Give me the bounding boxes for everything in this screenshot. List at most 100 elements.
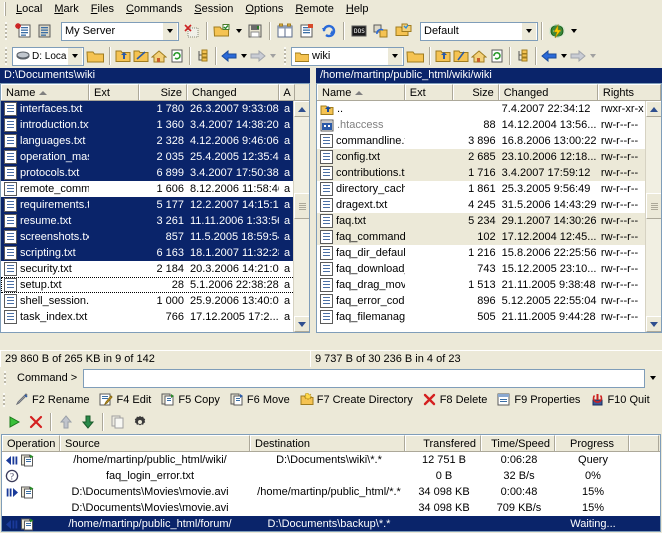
- remote-back-dropdown[interactable]: [558, 45, 569, 67]
- new-session-icon[interactable]: [12, 20, 34, 42]
- f4-edit-button[interactable]: F4 Edit: [94, 393, 156, 407]
- remote-col-rights[interactable]: Rights: [597, 84, 661, 100]
- local-back-icon[interactable]: [220, 45, 238, 67]
- local-forward-icon[interactable]: [249, 45, 267, 67]
- table-row[interactable]: .. 7.4.2007 22:34:12 rwxr-xr-x: [317, 101, 661, 117]
- remote-scroll-up-button[interactable]: [646, 101, 661, 117]
- remote-open-dir-icon[interactable]: [404, 45, 426, 67]
- command-line-input[interactable]: [83, 368, 645, 388]
- table-row[interactable]: interfaces.txt 1 780 26.3.2007 9:33:08 a: [1, 101, 309, 117]
- remote-tree-icon[interactable]: [514, 45, 532, 67]
- menu-item-commands[interactable]: Commands: [120, 1, 188, 17]
- menu-item-files[interactable]: Files: [85, 1, 120, 17]
- menu-item-local[interactable]: LLocalocal: [10, 1, 48, 17]
- table-row[interactable]: .htaccess 88 14.12.2004 13:56... rw-r--r--: [317, 117, 661, 133]
- queue-row[interactable]: /home/martinp/public_html/wiki/D:\Docume…: [2, 452, 660, 468]
- f6-move-button[interactable]: F6 Move: [225, 393, 295, 407]
- f2-rename-button[interactable]: F2 Rename: [10, 393, 94, 407]
- table-row[interactable]: requirements.txt5 17712.2.2007 14:15:14a: [1, 197, 309, 213]
- save-session-icon[interactable]: [244, 20, 266, 42]
- local-scroll-up-button[interactable]: [294, 101, 309, 117]
- table-row[interactable]: languages.txt 2 328 4.12.2006 9:46:06 a: [1, 133, 309, 149]
- console-icon[interactable]: DOS: [348, 20, 370, 42]
- transfer-queue-list[interactable]: Operation Source Destination Transfered …: [1, 434, 661, 532]
- transfer-settings-combo[interactable]: Default: [420, 21, 538, 41]
- local-col-attr[interactable]: A: [279, 84, 295, 100]
- remote-path-combo[interactable]: wiki: [291, 46, 404, 66]
- table-row[interactable]: faq.txt 5 234 29.1.2007 14:30:26 rw-r--r--: [317, 213, 661, 229]
- table-row[interactable]: introduction.txt 1 360 3.4.2007 14:38:20 a: [1, 117, 309, 133]
- remote-col-name[interactable]: Name: [317, 84, 405, 100]
- local-root-dir-icon[interactable]: [132, 45, 150, 67]
- table-row[interactable]: faq_download_t...74315.12.2005 23:10...r…: [317, 261, 661, 277]
- open-folder-icon[interactable]: [211, 20, 233, 42]
- open-folder-dropdown[interactable]: [233, 20, 244, 42]
- close-session-icon[interactable]: [181, 20, 203, 42]
- sync-browsing-icon[interactable]: [392, 20, 414, 42]
- remote-home-dir-icon[interactable]: [470, 45, 488, 67]
- menu-item-mark[interactable]: Mark: [48, 1, 84, 17]
- queue-row[interactable]: ? faq_login_error.txt 0 B 32 B/s 0%: [2, 468, 660, 484]
- explorer-layout-icon[interactable]: [296, 20, 318, 42]
- command-history-dropdown[interactable]: [645, 376, 661, 380]
- queue-col-progress[interactable]: Progress: [555, 435, 629, 451]
- session-combo-arrow[interactable]: [162, 22, 177, 40]
- menu-item-remote[interactable]: Remote: [289, 1, 340, 17]
- table-row[interactable]: faq_drag_move.... 1 513 21.11.2005 9:38:48…: [317, 277, 661, 293]
- table-row[interactable]: scripting.txt 6 163 18.1.2007 11:32:28 a: [1, 245, 309, 261]
- table-row[interactable]: remote_command... 1 606 8.12.2006 11:58:46…: [1, 181, 309, 197]
- table-row[interactable]: faq_commandlin...10217.12.2004 12:45...r…: [317, 229, 661, 245]
- lightning-dropdown[interactable]: [568, 20, 579, 42]
- queue-play-button[interactable]: [3, 411, 25, 433]
- fkey-grip[interactable]: [3, 392, 7, 407]
- f7-create-directory-button[interactable]: F7 Create Directory: [295, 393, 418, 407]
- remote-col-size[interactable]: Size: [452, 84, 499, 100]
- local-scroll-down-button[interactable]: [294, 316, 309, 332]
- queue-move-down-button[interactable]: [77, 411, 99, 433]
- queue-settings-gear-button[interactable]: [129, 411, 151, 433]
- local-vscrollbar[interactable]: [293, 101, 309, 332]
- remote-scroll-thumb[interactable]: [646, 193, 661, 219]
- remote-refresh-icon[interactable]: [488, 45, 506, 67]
- remote-path-arrow[interactable]: [387, 47, 402, 65]
- f5-copy-button[interactable]: F5 Copy: [156, 393, 225, 407]
- remote-forward-icon[interactable]: [569, 45, 587, 67]
- drive-combo-arrow[interactable]: [67, 47, 82, 65]
- table-row[interactable]: resume.txt 3 261 11.11.2006 1:33:56 a: [1, 213, 309, 229]
- duplicate-session-icon[interactable]: [34, 20, 56, 42]
- command-line-grip[interactable]: [4, 371, 8, 385]
- table-row[interactable]: operation_mask.txt 2 035 25.4.2005 12:35:4…: [1, 149, 309, 165]
- table-row[interactable]: directory_cache... 1 861 25.3.2005 9:56:49…: [317, 181, 661, 197]
- remote-file-list[interactable]: Name Ext Size Changed Rights .. 7.4.2007 …: [316, 83, 662, 333]
- lightning-globe-icon[interactable]: [546, 20, 568, 42]
- local-back-dropdown[interactable]: [238, 45, 249, 67]
- queue-col-operation[interactable]: Operation: [2, 435, 60, 451]
- table-row[interactable]: commandline.txt3 89616.8.2006 13:00:22rw…: [317, 133, 661, 149]
- remote-back-icon[interactable]: [540, 45, 558, 67]
- menu-grip[interactable]: [4, 2, 7, 16]
- transfer-settings-arrow[interactable]: [521, 22, 536, 40]
- table-row[interactable]: screenshots.txt 857 11.5.2005 18:59:54 a: [1, 229, 309, 245]
- queue-cancel-button[interactable]: [25, 411, 47, 433]
- local-file-list[interactable]: Name Ext Size Changed A interfaces.txt 1 …: [0, 83, 310, 333]
- table-row[interactable]: shell_session.txt 1 000 25.9.2006 13:40:06…: [1, 293, 309, 309]
- table-row[interactable]: dragext.txt 4 245 31.5.2006 14:43:29 rw-r--…: [317, 197, 661, 213]
- table-row[interactable]: faq_error_code....8965.12.2005 22:55:04r…: [317, 293, 661, 309]
- remote-parent-dir-icon[interactable]: [434, 45, 452, 67]
- queue-col-source[interactable]: Source: [60, 435, 250, 451]
- f10-quit-button[interactable]: F10 Quit: [585, 393, 654, 407]
- table-row[interactable]: config.txt 2 685 23.10.2006 12:18... rw-r--…: [317, 149, 661, 165]
- table-row[interactable]: protocols.txt 6 899 3.4.2007 17:50:38 a: [1, 165, 309, 181]
- local-scroll-thumb[interactable]: [294, 193, 309, 219]
- local-col-name[interactable]: Name: [1, 84, 89, 100]
- queue-col-transfered[interactable]: Transfered: [405, 435, 481, 451]
- local-col-changed[interactable]: Changed: [187, 84, 279, 100]
- refresh-icon[interactable]: [318, 20, 340, 42]
- local-refresh-icon[interactable]: [168, 45, 186, 67]
- remote-col-changed[interactable]: Changed: [498, 84, 598, 100]
- local-col-size[interactable]: Size: [139, 84, 187, 100]
- remote-vscrollbar[interactable]: [645, 101, 661, 332]
- toolbar-grip[interactable]: [5, 22, 9, 40]
- table-row[interactable]: setup.txt 28 5.1.2006 22:38:28 a: [1, 277, 309, 293]
- local-open-dir-icon[interactable]: [84, 45, 106, 67]
